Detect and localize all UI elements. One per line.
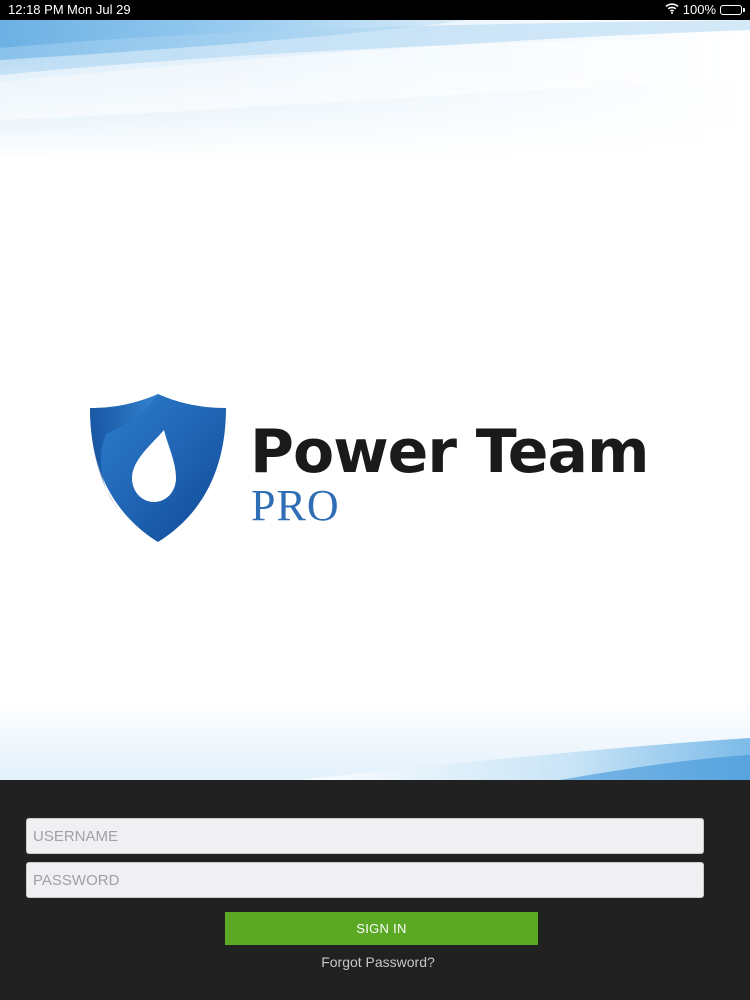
- status-time: 12:18 PM: [8, 2, 64, 17]
- username-field[interactable]: [26, 818, 704, 854]
- wifi-icon: [665, 0, 679, 20]
- battery-percent: 100%: [682, 2, 716, 17]
- status-date: Mon Jul 29: [67, 2, 131, 17]
- brand-logo: Power Team PRO: [88, 394, 668, 544]
- top-decorative-wave: [0, 20, 750, 160]
- status-bar: 12:18 PM Mon Jul 29 100%: [0, 0, 750, 20]
- shield-drop-icon: [90, 394, 226, 542]
- login-panel: SIGN IN Forgot Password?: [0, 780, 750, 1000]
- bottom-decorative-wave: [0, 700, 750, 780]
- brand-subtitle: PRO: [251, 481, 340, 530]
- password-field[interactable]: [26, 862, 704, 898]
- battery-icon: [720, 5, 745, 15]
- login-screen: 12:18 PM Mon Jul 29 100% Power Team PRO …: [0, 0, 750, 1000]
- status-right-group: 100%: [665, 0, 745, 20]
- sign-in-button[interactable]: SIGN IN: [225, 912, 538, 945]
- forgot-password-link[interactable]: Forgot Password?: [0, 954, 750, 970]
- brand-name: Power Team: [250, 417, 649, 487]
